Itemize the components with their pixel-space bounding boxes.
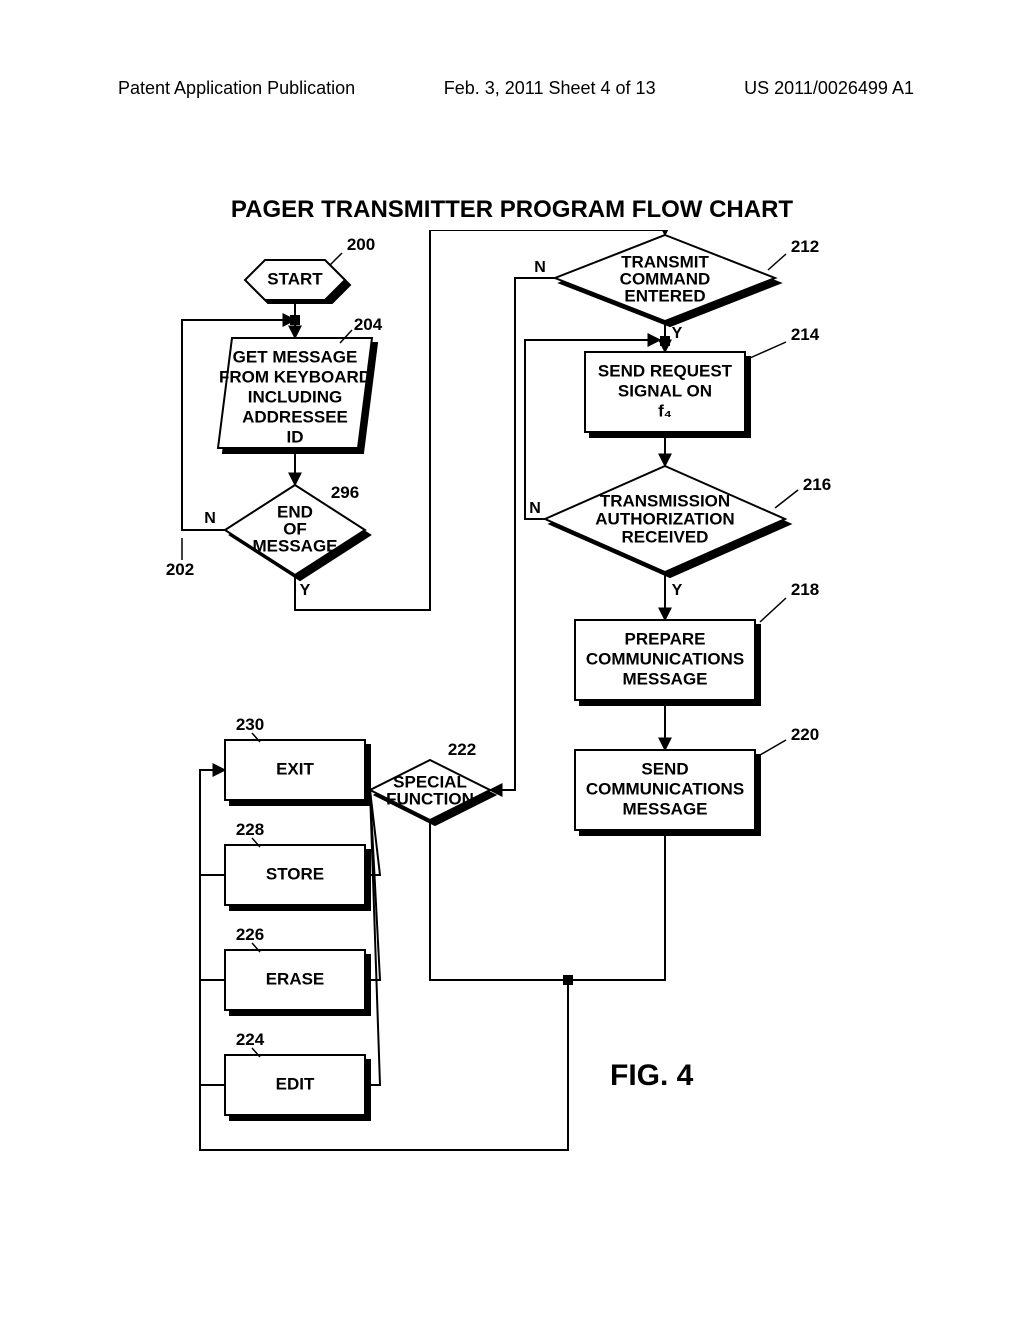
eom-ref2: 202 xyxy=(166,560,194,579)
edit-label: EDIT xyxy=(276,1074,315,1093)
flowchart: START 200 GET MESSAGE FROM KEYBOARD INCL… xyxy=(120,230,900,1210)
auth-n: N xyxy=(529,500,541,517)
get-message-ref: 204 xyxy=(354,315,383,334)
erase-label: ERASE xyxy=(266,969,325,988)
send-l2: COMMUNICATIONS xyxy=(586,779,744,798)
transmit-n: N xyxy=(534,259,546,276)
auth-y: Y xyxy=(672,582,683,599)
transmit-l3: ENTERED xyxy=(624,286,705,305)
header-center: Feb. 3, 2011 Sheet 4 of 13 xyxy=(444,78,656,99)
start-ref: 200 xyxy=(347,235,375,254)
prep-l3: MESSAGE xyxy=(622,669,707,688)
auth-ref: 216 xyxy=(803,475,831,494)
get-message-l5: ID xyxy=(287,427,304,446)
prep-l2: COMMUNICATIONS xyxy=(586,649,744,668)
store-label: STORE xyxy=(266,864,324,883)
transmit-y: Y xyxy=(672,325,683,342)
auth-l3: RECEIVED xyxy=(622,527,709,546)
eom-n: N xyxy=(204,510,216,527)
diagram-title: PAGER TRANSMITTER PROGRAM FLOW CHART xyxy=(0,196,1024,224)
start-label: START xyxy=(267,269,323,288)
store-ref: 228 xyxy=(236,820,264,839)
special-ref: 222 xyxy=(448,740,476,759)
eom-y: Y xyxy=(300,582,311,599)
prep-ref: 218 xyxy=(791,580,819,599)
header-left: Patent Application Publication xyxy=(118,78,355,99)
exit-ref: 230 xyxy=(236,715,264,734)
eom-l3: MESSAGE xyxy=(252,536,337,555)
sendreq-l2: SIGNAL ON xyxy=(618,381,712,400)
header-right: US 2011/0026499 A1 xyxy=(744,78,914,99)
eom-ref: 296 xyxy=(331,483,359,502)
get-message-l2: FROM KEYBOARD xyxy=(219,367,371,386)
erase-ref: 226 xyxy=(236,925,264,944)
exit-label: EXIT xyxy=(276,759,314,778)
edit-ref: 224 xyxy=(236,1030,265,1049)
figure-label: FIG. 4 xyxy=(610,1059,694,1092)
sendreq-ref: 214 xyxy=(791,325,820,344)
get-message-l4: ADDRESSEE xyxy=(242,407,348,426)
page-header: Patent Application Publication Feb. 3, 2… xyxy=(0,78,1024,99)
send-ref: 220 xyxy=(791,725,819,744)
get-message-l3: INCLUDING xyxy=(248,387,342,406)
special-l2: FUNCTION xyxy=(386,789,474,808)
auth-l1: TRANSMISSION xyxy=(600,491,730,510)
send-l1: SEND xyxy=(641,759,688,778)
sendreq-l3: f₄ xyxy=(658,401,672,420)
transmit-ref: 212 xyxy=(791,237,819,256)
auth-l2: AUTHORIZATION xyxy=(595,509,734,528)
sendreq-l1: SEND REQUEST xyxy=(598,361,733,380)
send-l3: MESSAGE xyxy=(622,799,707,818)
page: Patent Application Publication Feb. 3, 2… xyxy=(0,0,1024,1320)
prep-l1: PREPARE xyxy=(625,629,706,648)
get-message-l1: GET MESSAGE xyxy=(233,347,358,366)
